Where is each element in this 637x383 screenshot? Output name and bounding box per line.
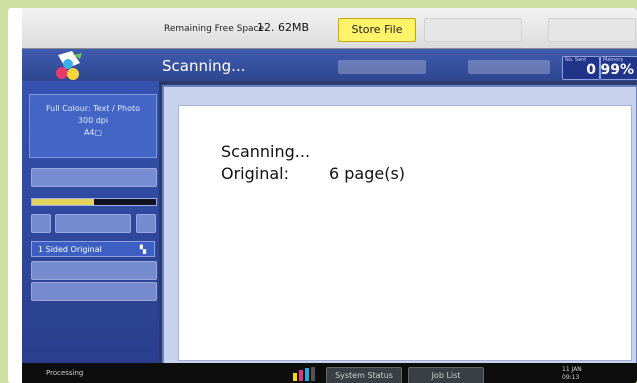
memory-counter: Memory 99% bbox=[600, 56, 637, 80]
density-lighter-button bbox=[31, 214, 51, 233]
disabled-settings-button bbox=[31, 282, 157, 301]
disabled-settings-button bbox=[31, 261, 157, 280]
paper-size-line: A4▢ bbox=[83, 128, 103, 137]
original-count-value: 6 page(s) bbox=[329, 164, 406, 183]
page-title: Scanning... bbox=[162, 57, 246, 75]
free-space-label: Remaining Free Space bbox=[164, 24, 265, 34]
time-label: 09:13 bbox=[562, 374, 580, 381]
document-icon: ▚ bbox=[139, 245, 146, 254]
dialog-title: Scanning... bbox=[221, 142, 311, 161]
processing-status: Processing bbox=[46, 369, 84, 377]
resolution-line: 300 dpi bbox=[77, 116, 109, 125]
date-label: 11 JAN bbox=[562, 366, 582, 373]
store-file-button[interactable]: Store File bbox=[338, 18, 416, 42]
top-status-bar: Remaining Free Space 12. 62MB Store File bbox=[22, 8, 637, 49]
memory-counter-value: 99% bbox=[600, 62, 634, 78]
disabled-topbar-button bbox=[548, 18, 636, 42]
job-list-button[interactable]: Job List bbox=[408, 367, 484, 383]
date-time-display: 11 JAN 09:13 bbox=[562, 366, 582, 382]
sent-counter-value: 0 bbox=[586, 62, 596, 78]
density-auto-button bbox=[55, 214, 131, 233]
scanner-logo-icon bbox=[56, 51, 82, 80]
disabled-settings-button bbox=[31, 168, 157, 187]
scan-mode-summary[interactable]: Full Colour: Text / Photo 300 dpi A4▢ bbox=[29, 94, 157, 158]
density-slider-fill bbox=[32, 199, 94, 205]
scanning-dialog: Scanning... Original: 6 page(s) bbox=[178, 105, 632, 361]
original-type-label: 1 Sided Original bbox=[38, 245, 102, 254]
original-count-label: Original: bbox=[221, 164, 289, 183]
scan-mode-line: Full Colour: Text / Photo bbox=[45, 104, 141, 113]
toner-level-icon bbox=[293, 367, 317, 381]
scanner-screen: Remaining Free Space 12. 62MB Store File… bbox=[22, 8, 637, 383]
free-space-value: 12. 62MB bbox=[257, 21, 310, 34]
density-darker-button bbox=[136, 214, 156, 233]
disabled-header-button bbox=[338, 60, 426, 74]
disabled-topbar-button bbox=[424, 18, 522, 42]
disabled-header-button bbox=[468, 60, 550, 74]
sent-counter: No. Sent 0 bbox=[562, 56, 600, 80]
sent-counter-caption: No. Sent bbox=[565, 57, 587, 63]
device-frame: Remaining Free Space 12. 62MB Store File… bbox=[8, 8, 637, 383]
density-slider bbox=[31, 198, 157, 206]
original-type-selector[interactable]: 1 Sided Original ▚ bbox=[31, 241, 155, 257]
system-status-button[interactable]: System Status bbox=[326, 367, 402, 383]
